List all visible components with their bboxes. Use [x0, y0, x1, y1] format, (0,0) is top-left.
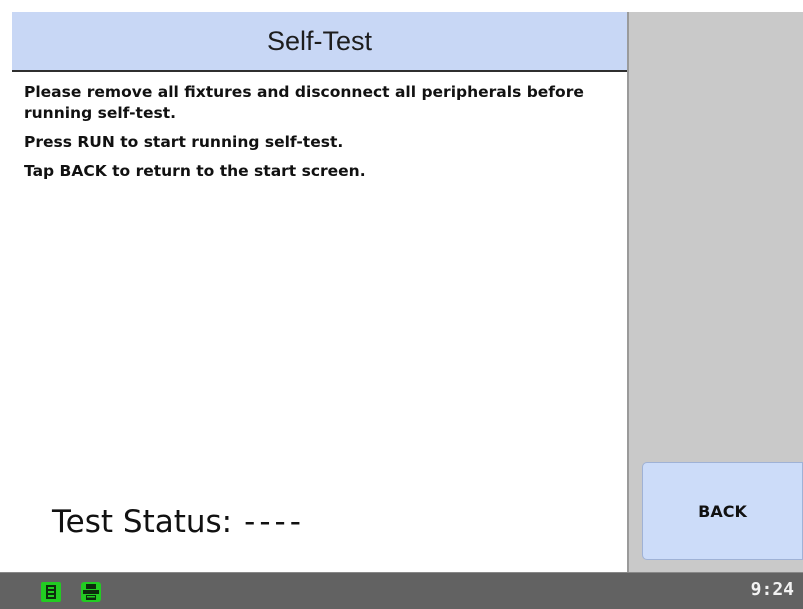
back-button[interactable]: BACK [642, 462, 803, 560]
test-status: Test Status: ---- [52, 504, 305, 540]
page-title: Self-Test [266, 25, 373, 56]
document-icon[interactable] [40, 581, 62, 603]
printer-icon[interactable] [80, 581, 102, 603]
main-panel: Self-Test Please remove all fixtures and… [12, 12, 629, 572]
top-frame [0, 0, 803, 12]
clock: 9:24 [750, 579, 794, 600]
instruction-line-2: Press RUN to start running self-test. [24, 133, 344, 151]
instruction-line-1: Please remove all fixtures and disconnec… [24, 83, 584, 122]
header-bar: Self-Test [12, 12, 627, 72]
test-status-value: ---- [244, 504, 305, 540]
test-status-label: Test Status: [52, 504, 233, 540]
instruction-line-3: Tap BACK to return to the start screen. [24, 162, 366, 180]
instructions-text: Please remove all fixtures and disconnec… [24, 82, 624, 190]
status-bar: 9:24 [0, 572, 803, 609]
